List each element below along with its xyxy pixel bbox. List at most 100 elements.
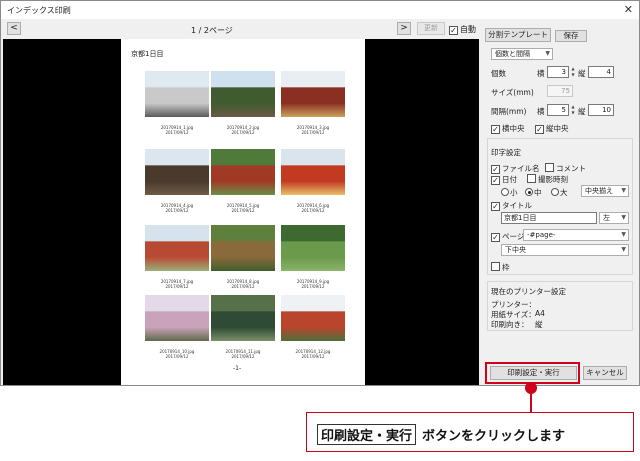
photo-caption: 20170914_4.jpg 2017/09/12 [145, 203, 209, 213]
callout-text: 印刷設定・実行 ボタンをクリックします [317, 424, 565, 445]
checkbox-icon: ✓ [491, 202, 500, 211]
photo-caption: 20170914_6.jpg 2017/09/12 [281, 203, 345, 213]
photo-thumbnail [281, 295, 345, 341]
photo-thumbnail [145, 225, 209, 271]
photo-date: 2017/09/12 [301, 354, 325, 359]
page-position-value: 下中央 [505, 246, 526, 254]
size-label: サイズ(mm) [491, 88, 534, 97]
chevron-down-icon: ▼ [621, 246, 626, 253]
gap-yoko-label: 横 [537, 107, 545, 116]
size-small-radio[interactable]: 小 [501, 187, 518, 198]
update-button[interactable]: 更新 [417, 22, 445, 35]
next-page-button[interactable]: > [397, 22, 411, 35]
size-input: 75 [547, 85, 573, 97]
photo-date: 2017/09/12 [165, 208, 189, 213]
cancel-button[interactable]: キャンセル [583, 366, 627, 380]
spin-arrows-icon[interactable]: ▲ ▼ [570, 104, 576, 116]
radio-icon [551, 188, 559, 196]
photo-caption: 20170914_12.jpg 2017/09/12 [281, 349, 345, 359]
photo-caption: 20170914_5.jpg 2017/09/12 [211, 203, 275, 213]
gap-h-input[interactable]: 5 [547, 104, 569, 116]
size-small-label: 小 [510, 188, 518, 197]
page-position-select[interactable]: 下中央 ▼ [501, 244, 629, 256]
photo-date: 2017/09/12 [301, 208, 325, 213]
count-h-input[interactable]: 3 [547, 66, 569, 78]
gap-v-input[interactable]: 10 [588, 104, 614, 116]
title-input[interactable]: 京都1日目 [501, 212, 597, 224]
page-indicator: 1 / 2ページ [191, 26, 233, 35]
close-icon[interactable]: ✕ [624, 3, 633, 16]
checkbox-icon [545, 163, 554, 172]
size-medium-radio[interactable]: 中 [525, 187, 542, 198]
checkbox-icon: ✓ [449, 26, 458, 35]
mode-select-value: 個数と間隔 [495, 50, 530, 58]
highlight-frame [485, 362, 580, 384]
orientation-label: 印刷向き： [491, 320, 529, 329]
auto-label: 自動 [460, 25, 476, 34]
center-h-checkbox[interactable]: ✓ 横中央 [491, 123, 525, 134]
gap-tate-label: 縦 [578, 107, 586, 116]
page-format-value: -#page- [527, 231, 556, 239]
shoot-time-checkbox[interactable]: 撮影時刻 [527, 174, 568, 185]
title-position-select[interactable]: 左 ▼ [599, 212, 629, 224]
mode-select[interactable]: 個数と間隔 ▼ [491, 48, 553, 60]
count-v-input[interactable]: 4 [588, 66, 614, 78]
radio-selected-icon [525, 188, 533, 196]
photo-thumbnail [281, 149, 345, 195]
size-large-radio[interactable]: 大 [551, 187, 568, 198]
gap-label: 間隔(mm) [491, 107, 527, 116]
chevron-down-icon: ▼ [545, 50, 550, 57]
filename-checkbox[interactable]: ✓ ファイル名 [491, 163, 540, 174]
photo-caption: 20170914_1.jpg 2017/09/12 [145, 125, 209, 135]
center-v-checkbox[interactable]: ✓ 縦中央 [535, 123, 569, 134]
prev-page-button[interactable]: < [7, 22, 21, 35]
window-title: インデックス印刷 [7, 6, 71, 15]
comment-label: コメント [556, 164, 586, 173]
template-button[interactable]: 分割テンプレート [485, 28, 551, 42]
title-position-value: 左 [603, 214, 610, 222]
photo-date: 2017/09/12 [165, 284, 189, 289]
callout-message: ボタンをクリックします [422, 429, 566, 444]
page-format-select[interactable]: -#page- ▼ [523, 229, 629, 241]
checkbox-icon: ✓ [491, 233, 500, 242]
checkbox-icon [527, 174, 536, 183]
auto-checkbox[interactable]: ✓ 自動 [449, 24, 476, 35]
photo-caption: 20170914_8.jpg 2017/09/12 [211, 279, 275, 289]
title-checkbox[interactable]: ✓ タイトル [491, 200, 532, 211]
date-checkbox[interactable]: ✓ 日付 [491, 174, 517, 185]
photo-thumbnail [211, 149, 275, 195]
count-label: 個数 [491, 69, 506, 78]
checkbox-icon: ✓ [491, 125, 500, 134]
checkbox-icon [491, 262, 500, 271]
photo-date: 2017/09/12 [165, 130, 189, 135]
photo-thumbnail [281, 71, 345, 117]
preview-toolbar: < 1 / 2ページ > 更新 ✓ 自動 [1, 19, 479, 39]
photo-date: 2017/09/12 [231, 354, 255, 359]
photo-caption: 20170914_11.jpg 2017/09/12 [211, 349, 275, 359]
size-medium-label: 中 [534, 188, 542, 197]
photo-thumbnail [145, 295, 209, 341]
photo-caption: 20170914_3.jpg 2017/09/12 [281, 125, 345, 135]
photo-thumbnail [211, 71, 275, 117]
photo-thumbnail [145, 71, 209, 117]
save-button[interactable]: 保存 [555, 30, 587, 42]
photo-date: 2017/09/12 [231, 130, 255, 135]
paper-page-number: -1- [233, 365, 242, 372]
filename-label: ファイル名 [502, 164, 540, 173]
size-large-label: 大 [560, 188, 568, 197]
spin-arrows-icon[interactable]: ▲ ▼ [570, 66, 576, 78]
printer-group-label: 現在のプリンター設定 [491, 287, 566, 296]
photo-date: 2017/09/12 [231, 208, 255, 213]
date-label: 日付 [502, 175, 517, 184]
settings-panel: 分割テンプレート 保存 個数と間隔 ▼ 個数 横 3 ▲ ▼ 縦 4 サイズ(mm)… [481, 19, 639, 385]
photo-thumbnail [145, 149, 209, 195]
page-checkbox[interactable]: ✓ ページ [491, 231, 524, 242]
photo-caption: 20170914_2.jpg 2017/09/12 [211, 125, 275, 135]
photo-date: 2017/09/12 [231, 284, 255, 289]
chevron-down-icon: ▼ [621, 231, 626, 238]
center-v-label: 縦中央 [546, 124, 569, 133]
comment-checkbox[interactable]: コメント [545, 163, 586, 174]
checkbox-icon: ✓ [535, 125, 544, 134]
align-select[interactable]: 中央揃え ▼ [581, 185, 629, 197]
frame-checkbox[interactable]: 枠 [491, 262, 510, 273]
